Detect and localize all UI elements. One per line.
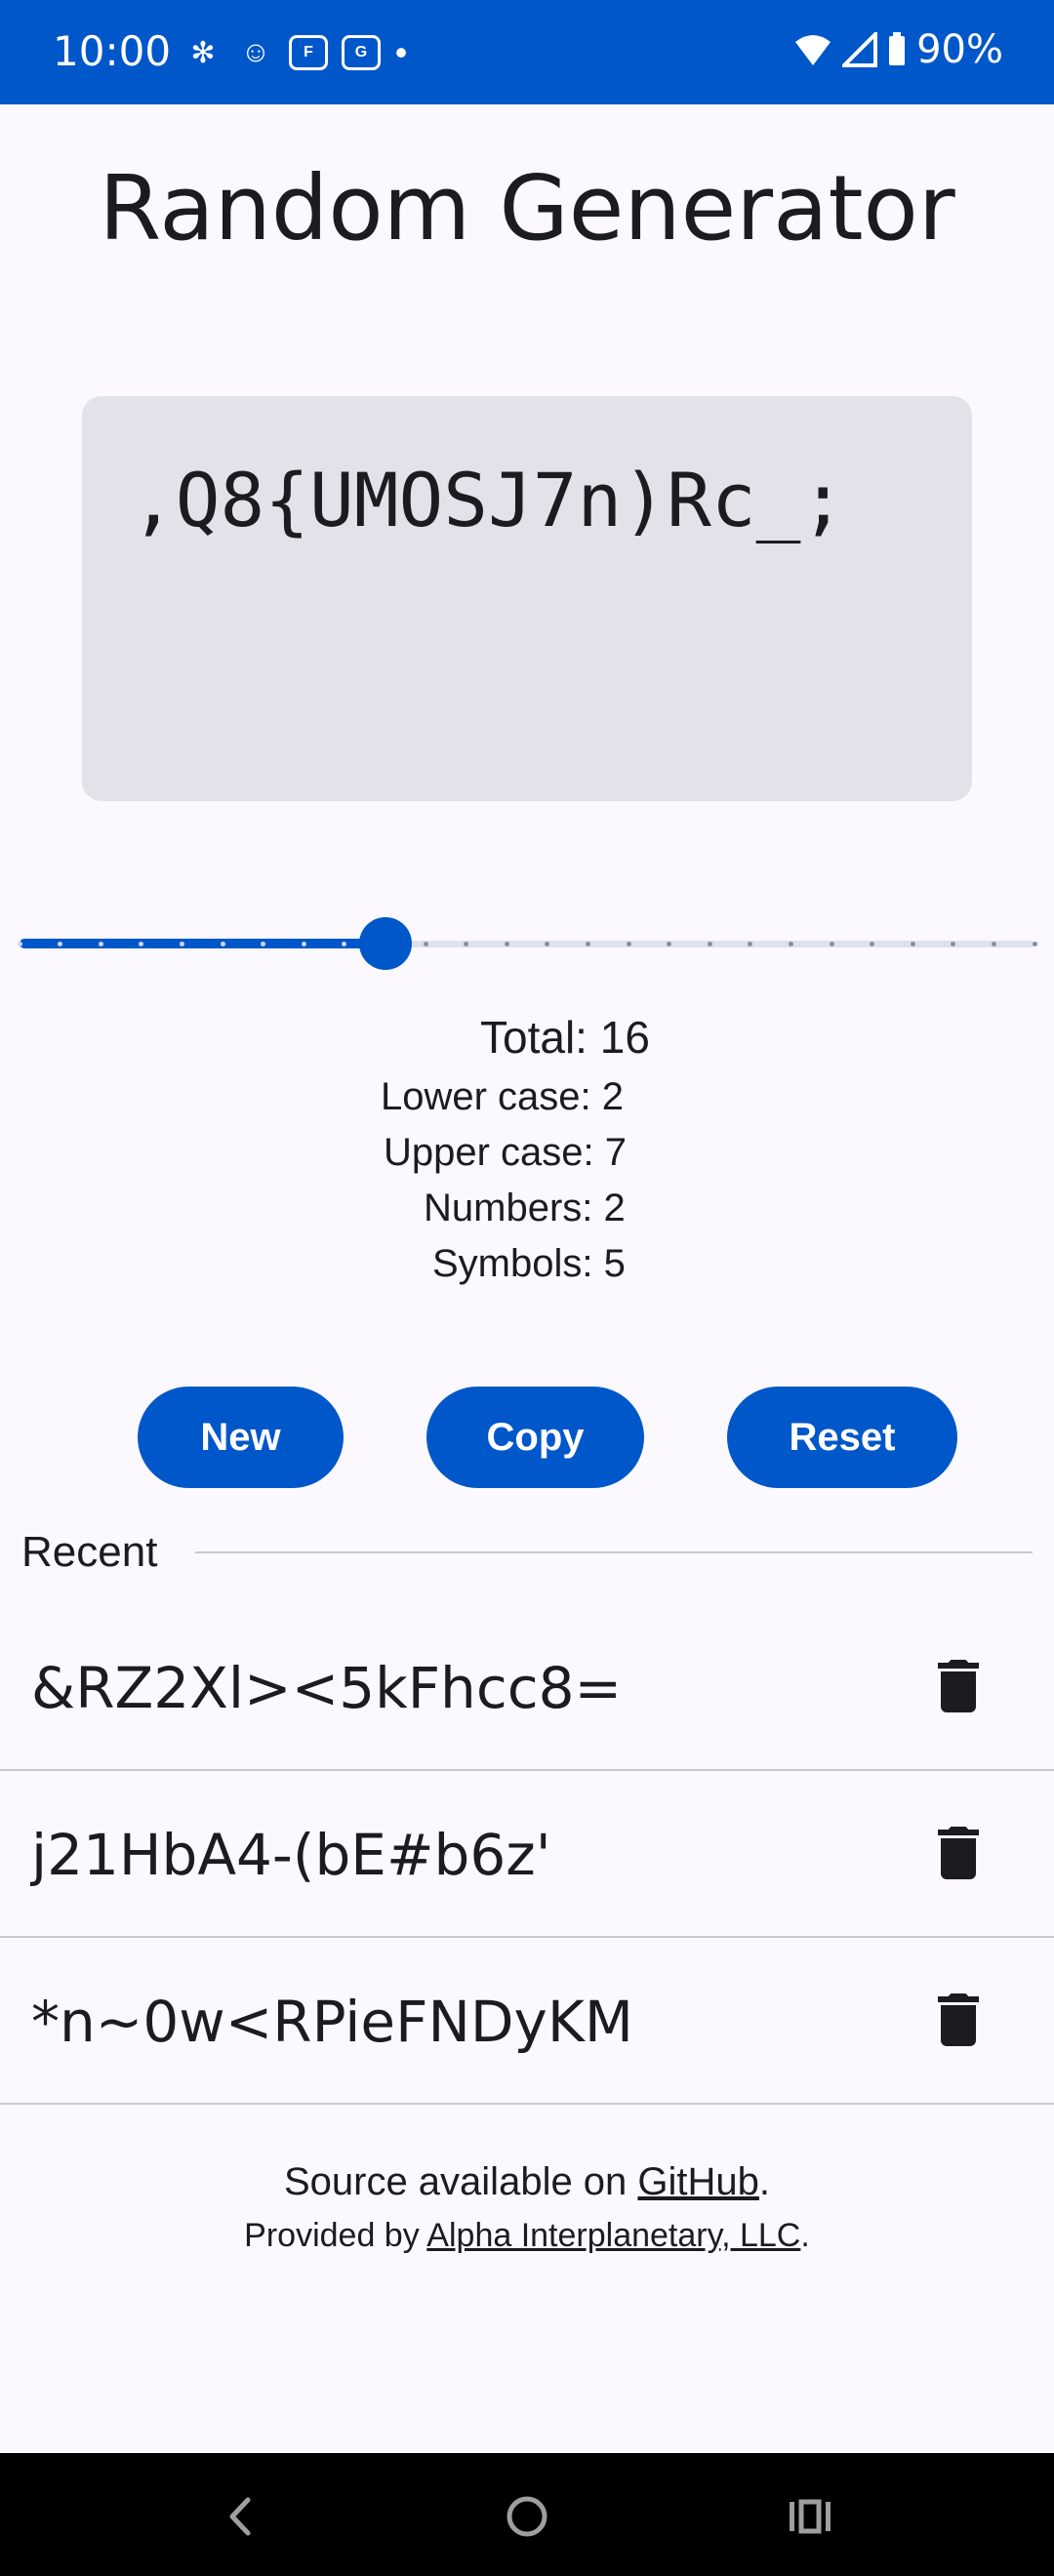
- stat-total-value: 16: [599, 1012, 650, 1063]
- stat-symbols-label: Symbols:: [432, 1242, 593, 1285]
- slider-tick: [301, 942, 306, 946]
- slider-tick: [504, 942, 509, 946]
- cell-signal-icon: [842, 32, 878, 67]
- stat-upper-label: Upper case:: [384, 1131, 594, 1174]
- slider-tick: [910, 942, 915, 946]
- stat-upper-value: 7: [604, 1131, 628, 1174]
- stat-lower: Lower case: 2: [381, 1075, 624, 1119]
- slider-tick: [585, 942, 590, 946]
- reset-button[interactable]: Reset: [727, 1387, 957, 1488]
- status-time: 10:00: [53, 27, 172, 75]
- footer-source: Source available on GitHub.: [0, 2160, 1054, 2204]
- recent-heading: Recent: [21, 1528, 158, 1576]
- footer-provider-prefix: Provided by: [244, 2217, 427, 2254]
- trash-icon[interactable]: [923, 1651, 993, 1721]
- page-title: Random Generator: [99, 156, 955, 261]
- slider-tick: [1032, 942, 1037, 946]
- copy-button[interactable]: Copy: [426, 1387, 644, 1488]
- notification-icons: ✻ ☺ F G •: [183, 32, 408, 72]
- length-slider[interactable]: [17, 917, 1037, 972]
- stat-total: Total: 16: [480, 1011, 650, 1064]
- slider-active-track: [20, 939, 385, 948]
- slider-tick: [626, 942, 631, 946]
- footer-provider: Provided by Alpha Interplanetary, LLC.: [0, 2217, 1054, 2255]
- provider-link[interactable]: Alpha Interplanetary, LLC: [426, 2217, 800, 2254]
- list-divider: [0, 2103, 1054, 2105]
- slider-tick: [179, 942, 184, 946]
- slider-tick: [98, 942, 103, 946]
- recent-item[interactable]: j21HbA4-(bE#b6z': [0, 1771, 1054, 1937]
- recent-item[interactable]: *n~0w<RPieFNDyKM: [0, 1938, 1054, 2104]
- slider-tick: [220, 942, 225, 946]
- slider-thumb[interactable]: [359, 917, 412, 970]
- stat-numbers-label: Numbers:: [424, 1187, 593, 1229]
- home-icon[interactable]: [493, 2482, 561, 2551]
- slider-tick: [707, 942, 712, 946]
- ge-icon: G: [342, 35, 381, 70]
- recent-item-text: *n~0w<RPieFNDyKM: [31, 1989, 633, 2055]
- battery-icon: [889, 32, 906, 65]
- slider-tick: [788, 942, 793, 946]
- slack-icon: ✻: [190, 36, 216, 69]
- trash-icon[interactable]: [923, 1985, 993, 2055]
- dot-icon: •: [394, 32, 408, 72]
- stat-upper: Upper case: 7: [384, 1131, 627, 1175]
- footer-source-prefix: Source available on: [283, 2160, 638, 2203]
- battery-percent: 90%: [916, 27, 1003, 72]
- github-link[interactable]: GitHub: [637, 2160, 759, 2203]
- recent-item-text: j21HbA4-(bE#b6z': [31, 1822, 551, 1888]
- recents-icon[interactable]: [776, 2482, 844, 2551]
- stat-lower-label: Lower case:: [381, 1075, 591, 1118]
- footer-provider-suffix: .: [800, 2217, 810, 2254]
- slider-tick: [423, 942, 428, 946]
- status-bar: 10:00 ✻ ☺ F G • 90%: [0, 0, 1054, 104]
- back-icon[interactable]: [207, 2482, 275, 2551]
- robot-icon: ☺: [240, 36, 271, 68]
- stat-total-label: Total:: [480, 1012, 588, 1063]
- ford-icon: F: [289, 35, 328, 70]
- wifi-icon: [795, 35, 831, 65]
- generated-password: ,Q8{UMOSJ7n)Rc_;: [131, 457, 846, 543]
- stat-symbols: Symbols: 5: [432, 1242, 626, 1286]
- footer-source-suffix: .: [758, 2160, 771, 2203]
- slider-tick: [829, 942, 834, 946]
- navigation-bar: [0, 2453, 1054, 2576]
- recent-divider: [195, 1551, 1033, 1553]
- stat-lower-value: 2: [601, 1075, 625, 1118]
- stat-symbols-value: 5: [603, 1242, 626, 1285]
- status-right: 90%: [793, 27, 1003, 72]
- slider-tick: [991, 942, 996, 946]
- new-button[interactable]: New: [138, 1387, 344, 1488]
- slider-tick: [17, 942, 22, 946]
- trash-icon[interactable]: [923, 1818, 993, 1888]
- password-display[interactable]: ,Q8{UMOSJ7n)Rc_;: [82, 396, 972, 801]
- recent-item[interactable]: &RZ2Xl><5kFhcc8=: [0, 1604, 1054, 1770]
- stat-numbers: Numbers: 2: [424, 1187, 626, 1230]
- recent-item-text: &RZ2Xl><5kFhcc8=: [31, 1655, 623, 1721]
- stat-numbers-value: 2: [603, 1187, 626, 1229]
